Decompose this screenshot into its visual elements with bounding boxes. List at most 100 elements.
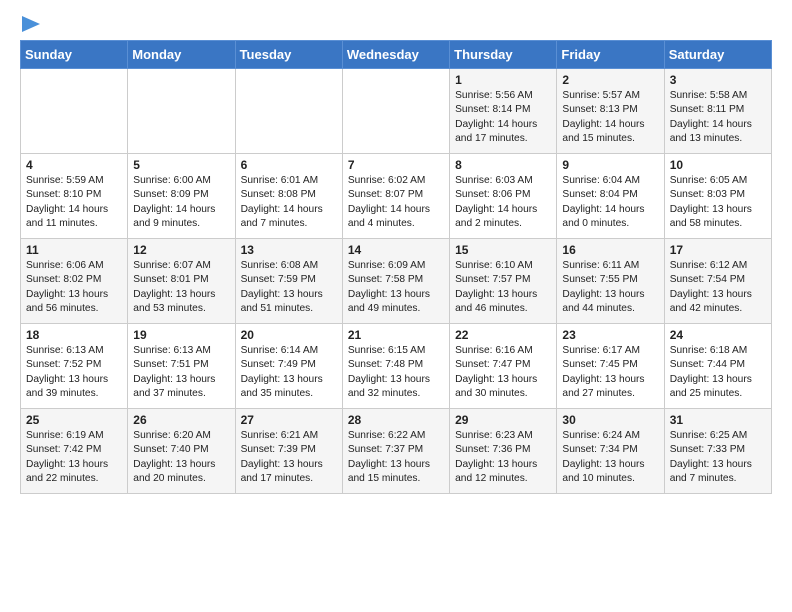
day-content: Sunrise: 6:04 AM Sunset: 8:04 PM Dayligh…: [562, 174, 658, 231]
logo-arrow-icon: [22, 16, 40, 32]
calendar-cell: 14Sunrise: 6:09 AM Sunset: 7:58 PM Dayli…: [342, 239, 449, 324]
calendar-cell: 25 Sunrise: 6:19 AM Sunset: 7:42 PM Dayli…: [21, 409, 128, 494]
day-content: Sunrise: 6:24 AM Sunset: 7:34 PM Dayligh…: [562, 429, 658, 486]
calendar-cell: 29 Sunrise: 6:23 AM Sunset: 7:36 PM Dayli…: [450, 409, 557, 494]
day-content: Sunrise: 6:19 AM Sunset: 7:42 PM Dayligh…: [26, 429, 122, 486]
day-number: 29: [455, 413, 551, 427]
calendar-cell: 9 Sunrise: 6:04 AM Sunset: 8:04 PM Daylig…: [557, 154, 664, 239]
day-number: 14: [348, 243, 444, 257]
day-content: Sunrise: 6:13 AM Sunset: 7:52 PM Dayligh…: [26, 344, 122, 401]
day-content: Sunrise: 6:10 AM Sunset: 7:57 PM Dayligh…: [455, 259, 551, 316]
weekday-header-tuesday: Tuesday: [235, 41, 342, 69]
day-content: Sunrise: 6:00 AM Sunset: 8:09 PM Dayligh…: [133, 174, 229, 231]
day-content: Sunrise: 6:11 AM Sunset: 7:55 PM Dayligh…: [562, 259, 658, 316]
day-content: Sunrise: 5:58 AM Sunset: 8:11 PM Dayligh…: [670, 89, 766, 146]
day-number: 23: [562, 328, 658, 342]
calendar-cell: [342, 69, 449, 154]
weekday-header-monday: Monday: [128, 41, 235, 69]
day-content: Sunrise: 5:56 AM Sunset: 8:14 PM Dayligh…: [455, 89, 551, 146]
day-number: 28: [348, 413, 444, 427]
day-content: Sunrise: 6:23 AM Sunset: 7:36 PM Dayligh…: [455, 429, 551, 486]
day-number: 3: [670, 73, 766, 87]
day-number: 21: [348, 328, 444, 342]
day-number: 7: [348, 158, 444, 172]
calendar-cell: 4Sunrise: 5:59 AM Sunset: 8:10 PM Daylig…: [21, 154, 128, 239]
calendar-cell: 13 Sunrise: 6:08 AM Sunset: 7:59 PM Dayli…: [235, 239, 342, 324]
day-number: 2: [562, 73, 658, 87]
weekday-header-saturday: Saturday: [664, 41, 771, 69]
calendar-cell: 2 Sunrise: 5:57 AM Sunset: 8:13 PM Daylig…: [557, 69, 664, 154]
day-number: 17: [670, 243, 766, 257]
day-number: 18: [26, 328, 122, 342]
calendar-cell: [21, 69, 128, 154]
day-number: 13: [241, 243, 337, 257]
calendar-cell: 5 Sunrise: 6:00 AM Sunset: 8:09 PM Daylig…: [128, 154, 235, 239]
day-content: Sunrise: 6:21 AM Sunset: 7:39 PM Dayligh…: [241, 429, 337, 486]
day-number: 9: [562, 158, 658, 172]
day-content: Sunrise: 6:17 AM Sunset: 7:45 PM Dayligh…: [562, 344, 658, 401]
calendar-cell: 20 Sunrise: 6:14 AM Sunset: 7:49 PM Dayli…: [235, 324, 342, 409]
calendar-cell: 30 Sunrise: 6:24 AM Sunset: 7:34 PM Dayli…: [557, 409, 664, 494]
weekday-header-wednesday: Wednesday: [342, 41, 449, 69]
day-content: Sunrise: 6:25 AM Sunset: 7:33 PM Dayligh…: [670, 429, 766, 486]
day-content: Sunrise: 6:08 AM Sunset: 7:59 PM Dayligh…: [241, 259, 337, 316]
day-content: Sunrise: 6:03 AM Sunset: 8:06 PM Dayligh…: [455, 174, 551, 231]
calendar-cell: 28Sunrise: 6:22 AM Sunset: 7:37 PM Dayli…: [342, 409, 449, 494]
calendar-cell: 6 Sunrise: 6:01 AM Sunset: 8:08 PM Daylig…: [235, 154, 342, 239]
day-content: Sunrise: 6:13 AM Sunset: 7:51 PM Dayligh…: [133, 344, 229, 401]
day-number: 20: [241, 328, 337, 342]
calendar-week-4: 18 Sunrise: 6:13 AM Sunset: 7:52 PM Dayli…: [21, 324, 772, 409]
calendar-cell: 19 Sunrise: 6:13 AM Sunset: 7:51 PM Dayli…: [128, 324, 235, 409]
day-content: Sunrise: 6:02 AM Sunset: 8:07 PM Dayligh…: [348, 174, 444, 231]
day-number: 12: [133, 243, 229, 257]
calendar-week-5: 25 Sunrise: 6:19 AM Sunset: 7:42 PM Dayli…: [21, 409, 772, 494]
calendar-cell: [235, 69, 342, 154]
calendar-week-1: 1 Sunrise: 5:56 AM Sunset: 8:14 PM Daylig…: [21, 69, 772, 154]
day-content: Sunrise: 6:15 AM Sunset: 7:48 PM Dayligh…: [348, 344, 444, 401]
day-number: 19: [133, 328, 229, 342]
day-number: 15: [455, 243, 551, 257]
calendar-cell: 15 Sunrise: 6:10 AM Sunset: 7:57 PM Dayli…: [450, 239, 557, 324]
day-content: Sunrise: 6:01 AM Sunset: 8:08 PM Dayligh…: [241, 174, 337, 231]
calendar-week-3: 11 Sunrise: 6:06 AM Sunset: 8:02 PM Dayli…: [21, 239, 772, 324]
logo: [20, 16, 40, 32]
day-content: Sunrise: 6:05 AM Sunset: 8:03 PM Dayligh…: [670, 174, 766, 231]
calendar-cell: 18 Sunrise: 6:13 AM Sunset: 7:52 PM Dayli…: [21, 324, 128, 409]
calendar-cell: [128, 69, 235, 154]
header: [20, 16, 772, 32]
calendar-cell: 16Sunrise: 6:11 AM Sunset: 7:55 PM Dayli…: [557, 239, 664, 324]
calendar-cell: 3 Sunrise: 5:58 AM Sunset: 8:11 PM Daylig…: [664, 69, 771, 154]
day-content: Sunrise: 5:57 AM Sunset: 8:13 PM Dayligh…: [562, 89, 658, 146]
day-number: 6: [241, 158, 337, 172]
calendar-week-2: 4Sunrise: 5:59 AM Sunset: 8:10 PM Daylig…: [21, 154, 772, 239]
day-number: 5: [133, 158, 229, 172]
calendar-table: SundayMondayTuesdayWednesdayThursdayFrid…: [20, 40, 772, 494]
day-number: 25: [26, 413, 122, 427]
calendar-cell: 21 Sunrise: 6:15 AM Sunset: 7:48 PM Dayli…: [342, 324, 449, 409]
day-number: 4: [26, 158, 122, 172]
calendar-cell: 12 Sunrise: 6:07 AM Sunset: 8:01 PM Dayli…: [128, 239, 235, 324]
day-content: Sunrise: 6:20 AM Sunset: 7:40 PM Dayligh…: [133, 429, 229, 486]
day-number: 1: [455, 73, 551, 87]
day-content: Sunrise: 6:12 AM Sunset: 7:54 PM Dayligh…: [670, 259, 766, 316]
calendar-cell: 8 Sunrise: 6:03 AM Sunset: 8:06 PM Daylig…: [450, 154, 557, 239]
day-number: 30: [562, 413, 658, 427]
day-content: Sunrise: 6:16 AM Sunset: 7:47 PM Dayligh…: [455, 344, 551, 401]
calendar-cell: 7 Sunrise: 6:02 AM Sunset: 8:07 PM Daylig…: [342, 154, 449, 239]
calendar-cell: 17 Sunrise: 6:12 AM Sunset: 7:54 PM Dayli…: [664, 239, 771, 324]
day-number: 31: [670, 413, 766, 427]
calendar-cell: 10Sunrise: 6:05 AM Sunset: 8:03 PM Dayli…: [664, 154, 771, 239]
day-number: 11: [26, 243, 122, 257]
day-content: Sunrise: 6:18 AM Sunset: 7:44 PM Dayligh…: [670, 344, 766, 401]
calendar-cell: 27Sunrise: 6:21 AM Sunset: 7:39 PM Dayli…: [235, 409, 342, 494]
day-content: Sunrise: 6:14 AM Sunset: 7:49 PM Dayligh…: [241, 344, 337, 401]
day-content: Sunrise: 6:07 AM Sunset: 8:01 PM Dayligh…: [133, 259, 229, 316]
day-number: 24: [670, 328, 766, 342]
weekday-header-friday: Friday: [557, 41, 664, 69]
calendar-cell: 22Sunrise: 6:16 AM Sunset: 7:47 PM Dayli…: [450, 324, 557, 409]
calendar-cell: 23 Sunrise: 6:17 AM Sunset: 7:45 PM Dayli…: [557, 324, 664, 409]
weekday-header-sunday: Sunday: [21, 41, 128, 69]
day-content: Sunrise: 6:06 AM Sunset: 8:02 PM Dayligh…: [26, 259, 122, 316]
day-number: 8: [455, 158, 551, 172]
calendar-cell: 26Sunrise: 6:20 AM Sunset: 7:40 PM Dayli…: [128, 409, 235, 494]
